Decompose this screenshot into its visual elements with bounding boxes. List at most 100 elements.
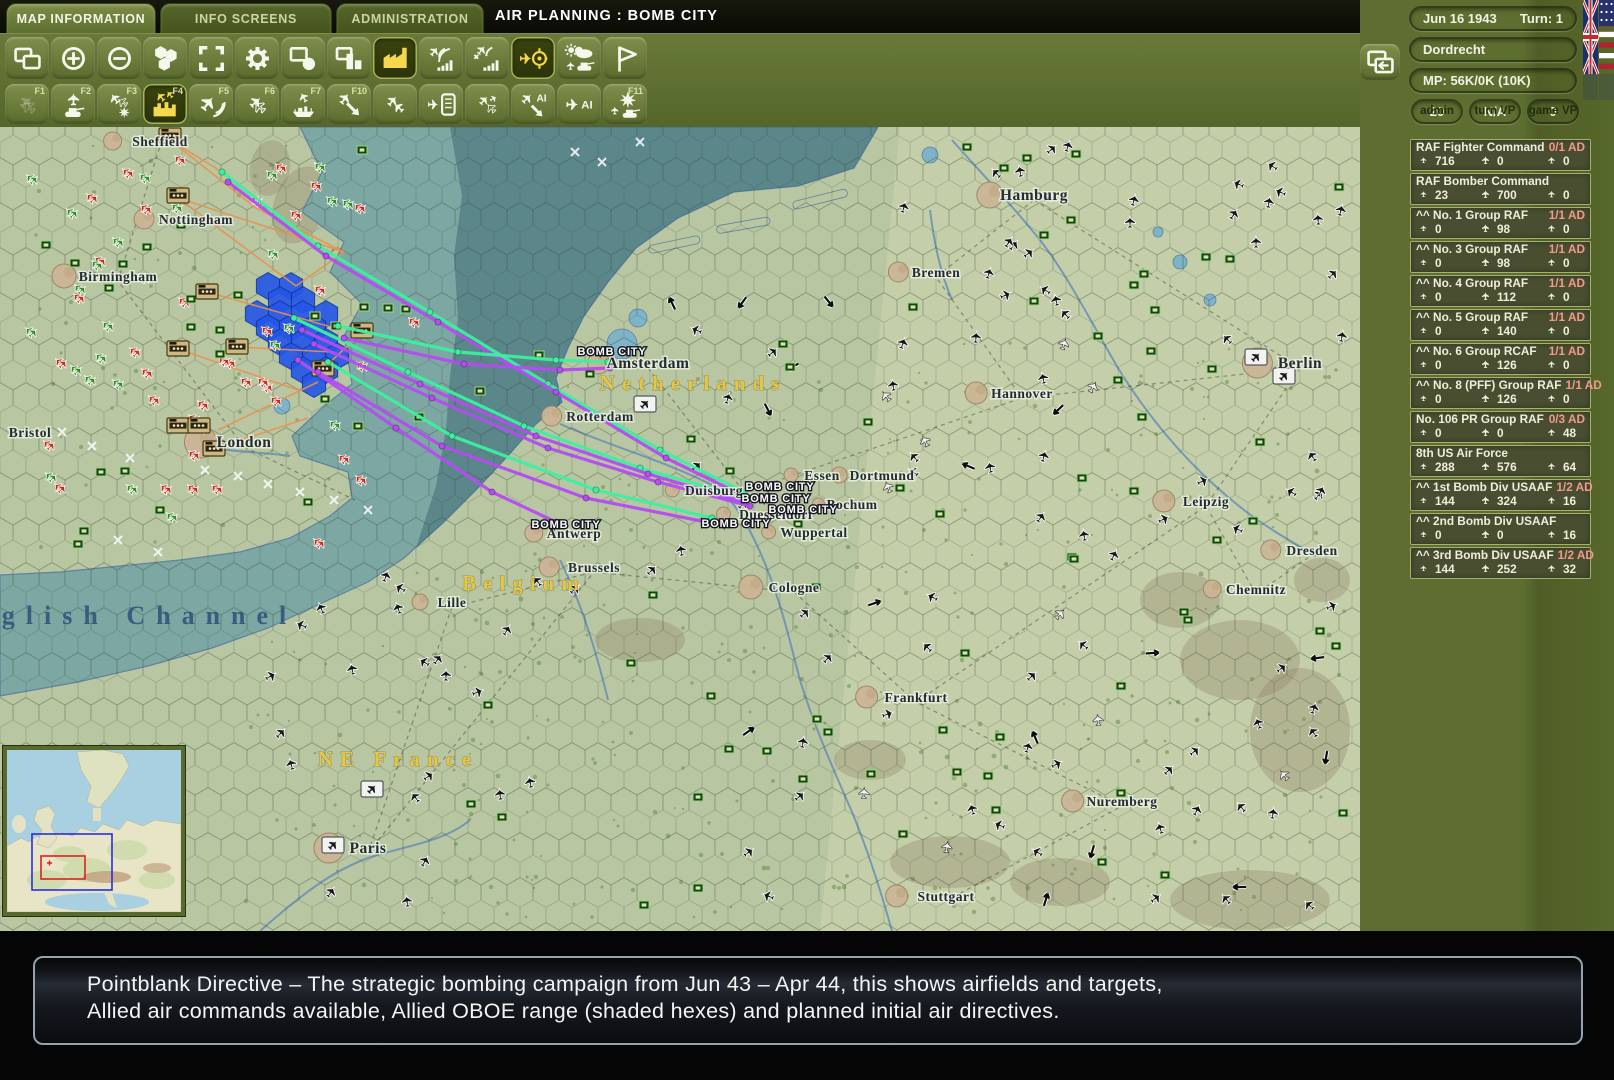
show-units-button[interactable] (281, 37, 325, 79)
f6-air-transport-button[interactable]: F6 (235, 84, 279, 124)
air-detection-button[interactable] (465, 37, 509, 79)
air-targets-button[interactable] (511, 37, 555, 79)
f3-bomb-airfield-button[interactable]: F3 (97, 84, 141, 124)
f5-recon-button[interactable]: F5 (189, 84, 233, 124)
ai-air-planning-button[interactable]: AI (557, 84, 601, 124)
air-command-item[interactable]: RAF Bomber Command237000 (1410, 173, 1591, 205)
fighter-count: 0 (1435, 393, 1442, 405)
air-command-item[interactable]: ^^ No. 5 Group RAF1/1 AD01400 (1410, 309, 1591, 341)
fighter-count: 0 (1435, 359, 1442, 371)
garrison-unit-icon (1113, 376, 1123, 384)
garrison-unit-icon (1331, 642, 1341, 650)
mini-map[interactable] (3, 746, 185, 916)
zoom-out-button[interactable] (97, 37, 141, 79)
air-command-item[interactable]: ^^ No. 6 Group RCAF1/1 AD01260 (1410, 343, 1591, 375)
victory-locations-button[interactable] (603, 37, 647, 79)
bomb-city-label: BOMB CITY (769, 504, 838, 516)
bomber-icon (1478, 358, 1493, 372)
air-doctrines-button[interactable] (419, 84, 463, 124)
bomber-count: 0 (1497, 529, 1504, 541)
radar-coverage-button[interactable] (419, 37, 463, 79)
bomber-icon (1478, 256, 1493, 270)
recon-count: 0 (1563, 155, 1570, 167)
tab-info-screens[interactable]: INFO SCREENS (160, 3, 332, 33)
show-cities-button[interactable] (327, 37, 371, 79)
f11-ground-attack-button[interactable]: F11 (603, 84, 647, 124)
bomber-icon (1478, 222, 1493, 236)
air-group-counter (1245, 349, 1267, 365)
fkey-label: F4 (172, 86, 183, 96)
show-factories-button[interactable] (373, 37, 417, 79)
garrison-unit-icon (725, 467, 735, 475)
air-command-item[interactable]: ^^ 1st Bomb Div USAAF1/2 AD14432416 (1410, 479, 1591, 511)
waypoint-dot (219, 169, 225, 175)
f1-air-superiority-button[interactable]: F1 (5, 84, 49, 124)
fighter-count: 0 (1435, 427, 1442, 439)
garrison-unit-icon (1160, 871, 1170, 879)
map-canvas[interactable]: SheffieldNottinghamBirminghamBristolLond… (0, 127, 1360, 931)
waypoint-dot (557, 367, 563, 373)
air-command-item[interactable]: ^^ No. 3 Group RAF1/1 AD0980 (1410, 241, 1591, 273)
ai-air-transfer-button[interactable]: AI (511, 84, 555, 124)
garrison-unit-icon (1029, 297, 1039, 305)
bomber-count: 324 (1497, 495, 1517, 507)
zoom-in-button[interactable] (51, 37, 95, 79)
garrison-unit-icon (812, 715, 822, 723)
fighter-sweep-button[interactable] (373, 84, 417, 124)
air-command-item[interactable]: RAF Fighter Command0/1 AD71600 (1410, 139, 1591, 171)
bomber-count: 0 (1497, 155, 1504, 167)
f4-bomb-city-button[interactable]: F4 (143, 84, 187, 124)
air-command-item[interactable]: ^^ 3rd Bomb Div USAAF1/2 AD14425232 (1410, 547, 1591, 579)
region-label: Belgium (462, 571, 586, 595)
vp-label: turn VP (1469, 105, 1521, 117)
caption-line-1: Pointblank Directive – The strategic bom… (87, 971, 1561, 998)
air-command-item[interactable]: No. 106 PR Group RAF0/3 AD0048 (1410, 411, 1591, 443)
air-command-item[interactable]: ^^ No. 4 Group RAF1/1 AD01120 (1410, 275, 1591, 307)
map-viewport[interactable]: SheffieldNottinghamBirminghamBristolLond… (0, 127, 1360, 931)
recon-icon (1544, 494, 1559, 508)
location-name: Dordrecht (1423, 42, 1485, 57)
jump-window-button[interactable] (1360, 44, 1400, 80)
garrison-unit-icon (1039, 231, 1049, 239)
city-label: Rotterdam (566, 409, 634, 424)
air-command-item[interactable]: ^^ No. 8 (PFF) Group RAF1/1 AD01260 (1410, 377, 1591, 409)
waypoint-dot (417, 381, 423, 387)
fighter-icon (1416, 256, 1431, 270)
garrison-unit-icon (357, 146, 367, 154)
air-command-item[interactable]: 8th US Air Force28857664 (1410, 445, 1591, 477)
hex-info-button[interactable] (143, 37, 187, 79)
air-directive-count: 1/2 AD (1556, 481, 1592, 493)
garrison-unit-icon (233, 291, 243, 299)
fighter-icon (1416, 188, 1431, 202)
turn-counter: Turn: 1 (1520, 11, 1563, 26)
tab-administration[interactable]: ADMINISTRATION (336, 3, 484, 33)
fighter-count: 716 (1435, 155, 1455, 167)
garrison-unit-icon (785, 363, 795, 371)
escorts-button[interactable] (465, 84, 509, 124)
f2-ground-support-button[interactable]: F2 (51, 84, 95, 124)
bomber-icon (1478, 562, 1493, 576)
f7-naval-patrol-button[interactable]: F7 (281, 84, 325, 124)
settings-button[interactable] (235, 37, 279, 79)
garrison-unit-icon (383, 304, 393, 312)
fighter-count: 0 (1435, 291, 1442, 303)
hq-unit-counter (188, 418, 210, 433)
garrison-unit-icon (186, 323, 196, 331)
bottom-strip: Pointblank Directive – The strategic bom… (0, 931, 1614, 1080)
tab-map-information[interactable]: MAP INFORMATION (6, 3, 156, 33)
garrison-unit-icon (466, 800, 476, 808)
air-command-item[interactable]: ^^ 2nd Bomb Div USAAF0016 (1410, 513, 1591, 545)
f10-air-transfer-button[interactable]: F10 (327, 84, 371, 124)
weather-display-button[interactable] (557, 37, 601, 79)
city-label: Dresden (1286, 543, 1337, 558)
command-name: ^^ No. 4 Group RAF (1416, 277, 1528, 289)
hq-unit-counter (196, 284, 218, 299)
city-label: Cologne (769, 580, 820, 595)
garrison-unit-icon (991, 806, 1001, 814)
jump-select-button[interactable] (189, 37, 233, 79)
air-command-item[interactable]: ^^ No. 1 Group RAF1/1 AD0980 (1410, 207, 1591, 239)
waypoint-dot (393, 425, 399, 431)
toolbar-row-1 (5, 37, 647, 79)
garrison-unit-icon (475, 387, 485, 395)
window-mode-button[interactable] (5, 37, 49, 79)
